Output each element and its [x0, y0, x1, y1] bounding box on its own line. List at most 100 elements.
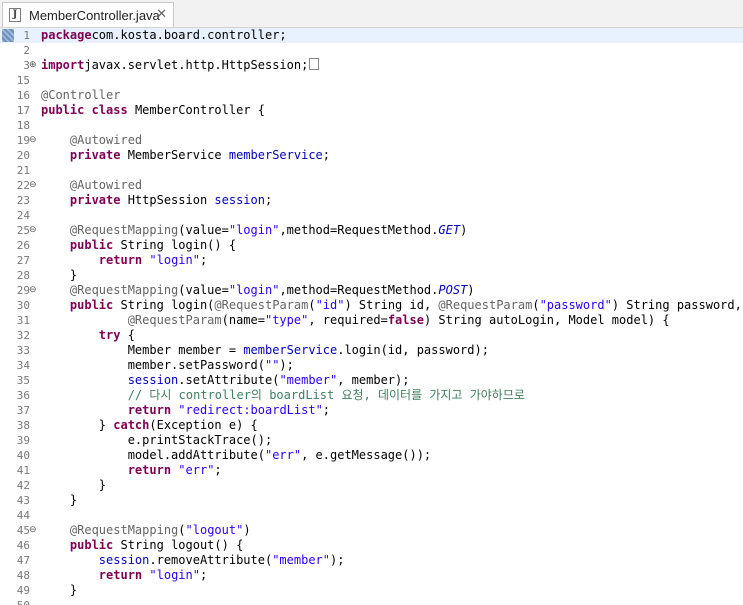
code-token: "login"	[149, 253, 200, 267]
code-text: private MemberService memberService;	[41, 148, 330, 163]
code-text: try {	[41, 328, 135, 343]
code-line[interactable]: 20 private MemberService memberService;	[0, 148, 743, 163]
code-line[interactable]: 47 session.removeAttribute("member");	[0, 553, 743, 568]
code-token: ;	[199, 568, 208, 582]
code-line[interactable]: 46 public String logout() {	[0, 538, 743, 553]
code-line[interactable]: 39 e.printStackTrace();	[0, 433, 743, 448]
line-gutter: 26	[0, 238, 36, 253]
line-gutter: 16	[0, 88, 36, 103]
close-icon[interactable]: ✕	[156, 7, 167, 22]
code-line[interactable]: 44	[0, 508, 743, 523]
code-line[interactable]: 23 private HttpSession session;	[0, 193, 743, 208]
code-token: @RequestParam	[214, 298, 309, 312]
line-number: 46	[16, 539, 30, 552]
line-gutter: 30	[0, 298, 36, 313]
collapse-fold-icon[interactable]: ⊖	[29, 223, 37, 238]
collapse-fold-icon[interactable]: ⊖	[29, 133, 37, 148]
code-line[interactable]: 27 return "login";	[0, 253, 743, 268]
code-token: @RequestParam	[438, 298, 533, 312]
line-gutter: 28	[0, 268, 36, 283]
code-token: }	[41, 583, 78, 597]
collapse-fold-icon[interactable]: ⊖	[29, 283, 37, 298]
code-line[interactable]: 19 ⊖ @Autowired	[0, 133, 743, 148]
code-editor[interactable]: 1 packagecom.kosta.board.controller; 2 3 ⊕ im…	[0, 28, 743, 605]
code-line[interactable]: 35 session.setAttribute("member", member…	[0, 373, 743, 388]
code-token: ;	[322, 403, 331, 417]
tab-title: MemberController.java	[29, 7, 160, 23]
code-line[interactable]: 25 ⊖ @RequestMapping(value="login",method…	[0, 223, 743, 238]
line-number: 23	[16, 194, 30, 207]
editor-tab-bar: J MemberController.java ✕	[0, 0, 743, 28]
code-line[interactable]: 29 ⊖ @RequestMapping(value="login",method…	[0, 283, 743, 298]
line-gutter: 27	[0, 253, 36, 268]
code-line[interactable]: 30 public String login(@RequestParam("id…	[0, 298, 743, 313]
code-token: (	[532, 298, 540, 312]
code-token: return	[127, 463, 172, 477]
line-gutter: 49	[0, 583, 36, 598]
code-line[interactable]: 22 ⊖ @Autowired	[0, 178, 743, 193]
code-line[interactable]: 16 @Controller	[0, 88, 743, 103]
code-token: }	[41, 418, 114, 432]
code-line[interactable]: 31 @RequestParam(name="type", required=f…	[0, 313, 743, 328]
code-line[interactable]: 24	[0, 208, 743, 223]
code-token: );	[279, 358, 294, 372]
code-token: "password"	[539, 298, 612, 312]
expand-fold-icon[interactable]: ⊕	[29, 58, 37, 73]
code-text: }	[41, 268, 77, 283]
code-token: member.setPassword(	[41, 358, 265, 372]
collapse-fold-icon[interactable]: ⊖	[29, 523, 37, 538]
line-gutter: 45 ⊖	[0, 523, 37, 538]
line-gutter: 20	[0, 148, 36, 163]
code-line[interactable]: 49 }	[0, 583, 743, 598]
line-gutter: 39	[0, 433, 36, 448]
code-line[interactable]: 42 }	[0, 478, 743, 493]
collapse-fold-icon[interactable]: ⊖	[29, 178, 37, 193]
code-line[interactable]: 38 } catch(Exception e) {	[0, 418, 743, 433]
code-token: String login() {	[113, 238, 237, 252]
code-token: String logout() {	[113, 538, 244, 552]
code-text: public String logout() {	[41, 538, 243, 553]
code-token: POST	[438, 283, 468, 297]
code-line[interactable]: 26 public String login() {	[0, 238, 743, 253]
code-token: "err"	[264, 448, 302, 462]
code-token: public	[69, 238, 114, 252]
code-line[interactable]: 2	[0, 43, 743, 58]
code-line[interactable]: 21	[0, 163, 743, 178]
code-line[interactable]: 40 model.addAttribute("err", e.getMessag…	[0, 448, 743, 463]
code-token: "member"	[272, 553, 330, 567]
code-line[interactable]: 32 try {	[0, 328, 743, 343]
code-line[interactable]: 36 // 다시 controller의 boardList 요청, 데이터를 …	[0, 388, 743, 403]
collapsed-imports-icon[interactable]	[309, 58, 320, 70]
code-line[interactable]: 28 }	[0, 268, 743, 283]
code-token: {	[120, 328, 135, 342]
code-token: memberService	[243, 343, 338, 357]
line-gutter: 46	[0, 538, 36, 553]
code-line[interactable]: 50	[0, 598, 743, 605]
line-number: 17	[16, 104, 30, 117]
code-line[interactable]: 37 return "redirect:boardList";	[0, 403, 743, 418]
code-token: @RequestMapping	[69, 223, 179, 237]
code-line[interactable]: 17 public class MemberController {	[0, 103, 743, 118]
code-line[interactable]: 33 Member member = memberService.login(i…	[0, 343, 743, 358]
code-line[interactable]: 34 member.setPassword("");	[0, 358, 743, 373]
code-line[interactable]: 18	[0, 118, 743, 133]
tab-member-controller[interactable]: J MemberController.java ✕	[2, 2, 174, 27]
code-line[interactable]: 3 ⊕ importjavax.servlet.http.HttpSession;	[0, 58, 743, 73]
code-line[interactable]: 45 ⊖ @RequestMapping("logout")	[0, 523, 743, 538]
line-number: 35	[16, 374, 30, 387]
code-token: @Autowired	[69, 178, 143, 192]
code-line[interactable]: 48 return "login";	[0, 568, 743, 583]
line-gutter: 25 ⊖	[0, 223, 37, 238]
code-line[interactable]: 41 return "err";	[0, 463, 743, 478]
code-token: );	[330, 553, 345, 567]
code-token: (name=	[221, 313, 265, 327]
code-line[interactable]: 43 }	[0, 493, 743, 508]
code-line[interactable]: 15	[0, 73, 743, 88]
code-text: }	[41, 493, 77, 508]
code-line[interactable]: 1 packagecom.kosta.board.controller;	[0, 28, 743, 43]
line-number: 25	[16, 224, 30, 237]
